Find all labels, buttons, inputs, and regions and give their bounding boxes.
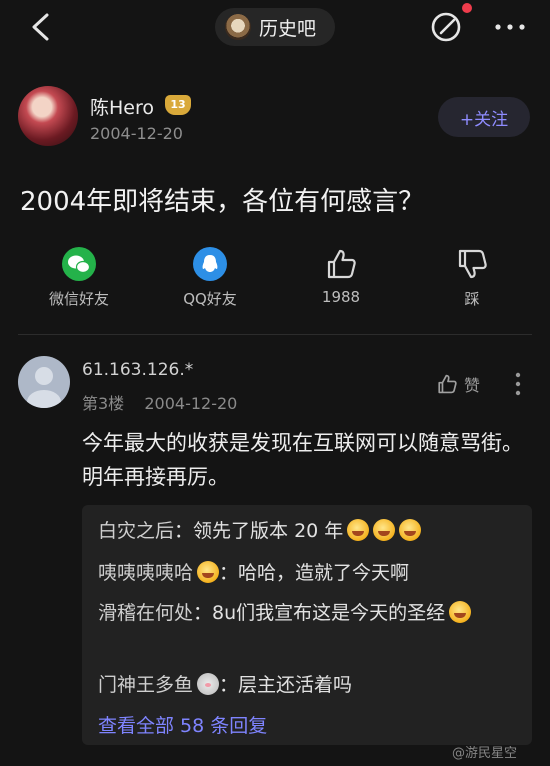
comment-meta: 第3楼 2004-12-20 [82, 390, 237, 414]
reply-item[interactable]: 白灾之后：领先了版本 20 年 [98, 515, 518, 548]
author-avatar[interactable] [18, 86, 78, 146]
like-post-button[interactable]: 1988 [286, 246, 396, 306]
reply-text: 领先了版本 20 年 [193, 520, 344, 542]
comment-like-label: 赞 [464, 376, 481, 395]
watermark: @游民星空 [452, 746, 518, 761]
share-qq-button[interactable]: QQ好友 [155, 246, 265, 309]
post-actions: 微信好友 QQ好友 1988 踩 [0, 246, 550, 316]
reply-item[interactable]: 门神王多鱼 ：层主还活着吗 [98, 669, 518, 702]
reply-text: 8u们我宣布这是今天的圣经 [212, 602, 446, 624]
reply-user[interactable]: 咦咦咦咦哈 [98, 562, 193, 584]
comment-date: 2004-12-20 [144, 394, 238, 413]
mouse-emoji-icon [197, 673, 220, 695]
laugh-cry-emoji-icon [399, 519, 422, 541]
comment-user[interactable]: 61.163.126.* [82, 360, 193, 380]
comment-more-icon[interactable] [508, 370, 528, 398]
divider [18, 334, 532, 335]
thumbs-up-icon [438, 374, 457, 394]
forum-logo [225, 14, 251, 40]
qq-icon [193, 247, 227, 281]
author-name[interactable]: 陈Hero [90, 93, 154, 120]
thumbs-up-icon [327, 249, 356, 279]
reply-text: 层主还活着吗 [238, 674, 353, 696]
post-date: 2004-12-20 [90, 124, 183, 143]
post-title: 2004年即将结束，各位有何感言？ [20, 187, 425, 217]
like-count: 1988 [321, 288, 361, 306]
notification-dot [462, 3, 472, 13]
share-qq-label: QQ好友 [183, 290, 237, 308]
reply-user[interactable]: 白灾之后 [98, 520, 174, 542]
view-all-replies-link[interactable]: 查看全部 58 条回复 [98, 711, 267, 738]
reply-user[interactable]: 滑稽在何处 [98, 602, 193, 624]
dislike-post-button[interactable]: 踩 [417, 246, 527, 309]
top-bar: 历史吧 [0, 0, 550, 56]
laugh-cry-emoji-icon [373, 519, 396, 541]
comment-text: 今年最大的收获是发现在互联网可以随意骂街。明年再接再厉。 [82, 431, 523, 489]
level-badge: 13 [165, 95, 191, 115]
thumbs-down-icon [458, 249, 487, 279]
comment-avatar[interactable] [18, 356, 70, 408]
wechat-icon [62, 247, 96, 281]
back-chevron-icon[interactable] [26, 10, 56, 44]
laugh-cry-emoji-icon [347, 519, 370, 541]
reply-list: 白灾之后：领先了版本 20 年 咦咦咦咦哈 ：哈哈，造就了今天啊 滑稽在何处：8u… [82, 505, 532, 745]
reply-text: 哈哈，造就了今天啊 [238, 562, 410, 584]
laugh-emoji-icon [197, 561, 220, 583]
grin-emoji-icon [449, 601, 472, 623]
ellipsis-icon[interactable] [490, 9, 530, 45]
default-user-icon [27, 367, 61, 408]
comment-floor: 第3楼 [82, 394, 125, 413]
share-wechat-button[interactable]: 微信好友 [24, 246, 134, 309]
reply-user[interactable]: 门神王多鱼 [98, 674, 193, 696]
reply-item[interactable]: 咦咦咦咦哈 ：哈哈，造就了今天啊 [98, 557, 518, 590]
forum-pill[interactable]: 历史吧 [215, 8, 335, 46]
follow-button[interactable]: +关注 [438, 97, 530, 137]
reply-item[interactable]: 滑稽在何处：8u们我宣布这是今天的圣经 [98, 597, 518, 630]
dislike-label: 踩 [464, 290, 480, 308]
forum-name: 历史吧 [259, 17, 317, 40]
share-edit-icon[interactable] [428, 9, 464, 45]
comment-like-button[interactable]: 赞 [436, 372, 480, 396]
share-wechat-label: 微信好友 [48, 290, 109, 308]
